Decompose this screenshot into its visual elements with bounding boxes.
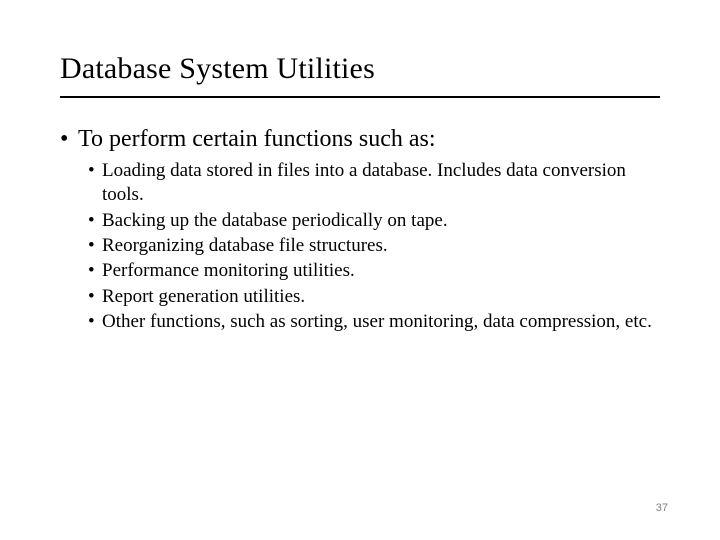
bullet-level-2-text: Reorganizing database file structures. xyxy=(102,235,388,256)
bullet-level-1: •To perform certain functions such as: xyxy=(60,126,660,153)
bullet-level-2-text: Report generation utilities. xyxy=(102,286,305,307)
bullet-icon: • xyxy=(60,126,78,153)
bullet-level-1-text: To perform certain functions such as: xyxy=(78,126,436,152)
bullet-level-2: •Report generation utilities. xyxy=(88,285,660,309)
slide-title: Database System Utilities xyxy=(60,52,660,98)
bullet-level-2-text: Other functions, such as sorting, user m… xyxy=(102,311,652,332)
bullet-level-2: •Other functions, such as sorting, user … xyxy=(88,310,660,334)
bullet-level-2: •Loading data stored in files into a dat… xyxy=(88,159,660,208)
page-number: 37 xyxy=(656,502,668,514)
bullet-level-2-group: •Loading data stored in files into a dat… xyxy=(88,159,660,334)
bullet-level-2-text: Loading data stored in files into a data… xyxy=(102,160,626,205)
bullet-level-2-text: Performance monitoring utilities. xyxy=(102,260,355,281)
bullet-icon: • xyxy=(88,209,102,233)
bullet-icon: • xyxy=(88,259,102,283)
bullet-level-2-text: Backing up the database periodically on … xyxy=(102,210,448,231)
slide-body: •To perform certain functions such as: •… xyxy=(60,126,660,334)
bullet-level-2: •Performance monitoring utilities. xyxy=(88,259,660,283)
bullet-icon: • xyxy=(88,159,102,183)
bullet-level-2: •Reorganizing database file structures. xyxy=(88,234,660,258)
bullet-level-2: •Backing up the database periodically on… xyxy=(88,209,660,233)
bullet-icon: • xyxy=(88,285,102,309)
slide: Database System Utilities •To perform ce… xyxy=(0,0,720,540)
bullet-icon: • xyxy=(88,234,102,258)
bullet-icon: • xyxy=(88,310,102,334)
